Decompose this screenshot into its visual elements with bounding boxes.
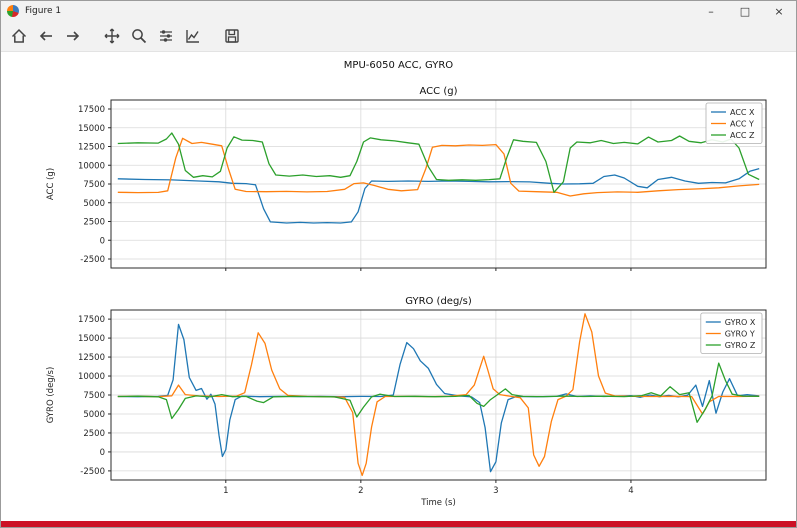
title-bar: Figure 1 – □ × xyxy=(1,1,796,21)
close-button[interactable]: × xyxy=(762,1,796,21)
svg-text:10000: 10000 xyxy=(78,161,105,171)
minimize-button[interactable]: – xyxy=(694,1,728,21)
svg-text:GYRO Y: GYRO Y xyxy=(725,330,755,339)
svg-text:1: 1 xyxy=(223,486,228,496)
maximize-button[interactable]: □ xyxy=(728,1,762,21)
svg-text:7500: 7500 xyxy=(83,180,105,190)
navigation-toolbar xyxy=(1,21,796,52)
svg-text:4: 4 xyxy=(628,486,633,496)
svg-text:-2500: -2500 xyxy=(80,467,105,477)
svg-text:Time (s): Time (s) xyxy=(420,498,456,508)
figure-window: Figure 1 – □ × MPU-6050 ACC, GYRO -2500 … xyxy=(0,0,797,528)
bottom-red-strip xyxy=(1,521,796,527)
zoom-button[interactable] xyxy=(127,24,151,48)
svg-text:GYRO (deg/s): GYRO (deg/s) xyxy=(46,367,56,424)
figure-suptitle: MPU-6050 ACC, GYRO xyxy=(343,60,454,71)
svg-text:5000: 5000 xyxy=(83,199,105,209)
acc-chart-svg: -2500 0 2500 5000 7500 10000 12500 15000 17500 AC… xyxy=(46,86,767,271)
forward-button[interactable] xyxy=(61,24,85,48)
save-button[interactable] xyxy=(220,24,244,48)
svg-text:2500: 2500 xyxy=(83,429,105,439)
svg-text:0: 0 xyxy=(100,448,105,458)
svg-text:ACC Z: ACC Z xyxy=(730,131,755,140)
svg-text:ACC (g): ACC (g) xyxy=(46,168,56,200)
svg-text:7500: 7500 xyxy=(83,391,105,401)
matplotlib-logo-icon xyxy=(7,5,19,17)
svg-text:17500: 17500 xyxy=(78,105,105,115)
pan-button[interactable] xyxy=(100,24,124,48)
svg-text:ACC (g): ACC (g) xyxy=(420,86,458,97)
floppy-save-icon xyxy=(225,29,239,43)
sliders-icon xyxy=(160,30,172,42)
svg-text:ACC X: ACC X xyxy=(730,108,755,117)
svg-text:ACC Y: ACC Y xyxy=(730,120,754,129)
svg-text:2500: 2500 xyxy=(83,218,105,228)
gyro-subplot[interactable]: -2500 0 2500 5000 7500 10000 12500 15000 17500 1 2… xyxy=(41,294,771,513)
svg-text:-2500: -2500 xyxy=(80,255,105,265)
line-chart-icon xyxy=(186,30,199,43)
svg-text:12500: 12500 xyxy=(78,353,105,363)
svg-text:15000: 15000 xyxy=(78,124,105,134)
svg-text:15000: 15000 xyxy=(78,334,105,344)
svg-text:2: 2 xyxy=(358,486,363,496)
svg-text:GYRO X: GYRO X xyxy=(725,318,756,327)
figure-canvas[interactable]: MPU-6050 ACC, GYRO -2500 0 2500 5000 7500 100… xyxy=(1,52,796,527)
svg-text:17500: 17500 xyxy=(78,315,105,325)
pan-icon xyxy=(104,28,120,44)
window-title: Figure 1 xyxy=(25,6,62,16)
configure-subplots-button[interactable] xyxy=(154,24,178,48)
svg-text:0: 0 xyxy=(100,236,105,246)
back-arrow-icon xyxy=(39,31,52,41)
gyro-chart-svg: -2500 0 2500 5000 7500 10000 12500 15000 17500 1 2… xyxy=(46,296,767,508)
forward-arrow-icon xyxy=(67,31,80,41)
svg-text:5000: 5000 xyxy=(83,410,105,420)
svg-text:3: 3 xyxy=(493,486,498,496)
svg-text:12500: 12500 xyxy=(78,143,105,153)
svg-text:GYRO Z: GYRO Z xyxy=(725,341,756,350)
edit-curves-button[interactable] xyxy=(181,24,205,48)
back-button[interactable] xyxy=(34,24,58,48)
acc-subplot[interactable]: -2500 0 2500 5000 7500 10000 12500 15000 17500 AC… xyxy=(41,84,771,288)
home-icon xyxy=(11,28,27,43)
magnifier-icon xyxy=(132,29,147,44)
svg-text:GYRO (deg/s): GYRO (deg/s) xyxy=(405,296,472,307)
home-button[interactable] xyxy=(7,24,31,48)
svg-text:10000: 10000 xyxy=(78,372,105,382)
